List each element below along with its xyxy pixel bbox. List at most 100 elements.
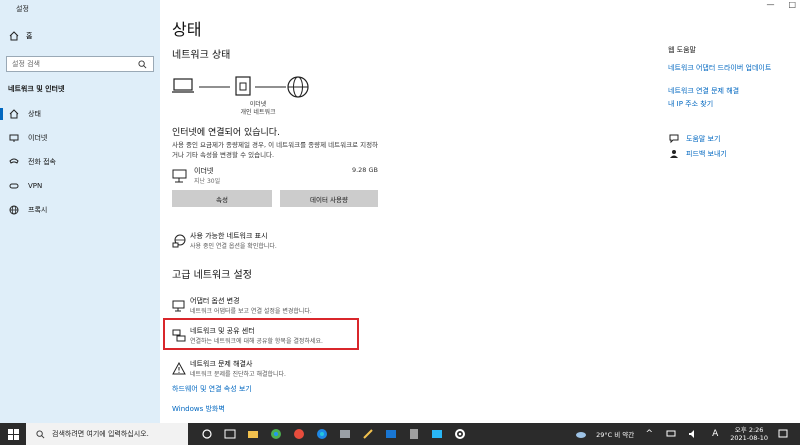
clock-date: 2021-08-10 <box>730 434 768 442</box>
title-bar-left: 설정 <box>0 0 160 18</box>
globe-icon <box>287 76 309 98</box>
feedback-icon <box>668 148 680 160</box>
chevron-up-icon[interactable]: ^ <box>642 427 656 441</box>
taskbar: 검색하려면 여기에 입력하십시오. 29°C 비 약간 ^ A 오후 2:26 … <box>0 423 800 445</box>
weather-icon <box>574 427 588 441</box>
paint-icon[interactable] <box>361 427 375 441</box>
sidebar-item-label: 이더넷 <box>28 134 48 142</box>
chrome-icon[interactable] <box>269 427 283 441</box>
diagram-caption-line: 이더넷 <box>249 101 267 108</box>
diagram-caption: 이더넷 개인 네트워크 <box>238 101 278 117</box>
network-status-title: 네트워크 상태 <box>172 50 231 61</box>
data-usage-button[interactable]: 데이터 사용량 <box>280 190 378 207</box>
windows-icon <box>7 428 19 440</box>
clock-time: 오후 2:26 <box>734 426 764 434</box>
network-troubleshooter[interactable]: 네트워크 문제 해결사 네트워크 문제를 진단하고 해결합니다. <box>172 359 372 383</box>
sidebar-home[interactable]: 홈 <box>0 24 160 48</box>
mail-icon[interactable] <box>338 427 352 441</box>
get-help-label: 도움말 보기 <box>686 135 721 143</box>
calculator-icon[interactable] <box>407 427 421 441</box>
connection-row: 이더넷 지난 30일 9.28 GB <box>172 166 378 188</box>
ime-icon[interactable]: A <box>708 427 722 441</box>
home-icon <box>8 108 20 120</box>
terminal-icon[interactable] <box>384 427 398 441</box>
sidebar-section-title: 네트워크 및 인터넷 <box>8 85 65 93</box>
connection-status-text: 인터넷에 연결되어 있습니다. <box>172 128 280 138</box>
sidebar-item-status[interactable]: 상태 <box>0 102 160 126</box>
help-title: 웹 도움말 <box>668 46 696 54</box>
sidebar-item-label: VPN <box>28 182 43 190</box>
adapter-icon <box>172 298 186 312</box>
troubleshooter-title: 네트워크 문제 해결사 <box>190 360 253 368</box>
chat-help-icon <box>668 133 680 145</box>
page-title: 상태 <box>172 20 202 39</box>
properties-button[interactable]: 속성 <box>172 190 272 207</box>
network-diagram: 이더넷 개인 네트워크 <box>172 75 332 125</box>
settings-search-input[interactable]: 설정 검색 <box>6 56 154 72</box>
advanced-settings-title: 고급 네트워크 설정 <box>172 270 252 281</box>
help-link-troubleshoot[interactable]: 네트워크 연결 문제 해결 <box>668 86 793 96</box>
windows-firewall-link[interactable]: Windows 방화벽 <box>172 404 225 414</box>
taskbar-search-input[interactable]: 검색하려면 여기에 입력하십시오. <box>26 423 188 445</box>
network-tray-icon[interactable] <box>664 427 678 441</box>
computer-icon <box>172 78 194 93</box>
clock[interactable]: 오후 2:26 2021-08-10 <box>730 426 768 442</box>
sidebar-item-vpn[interactable]: VPN <box>0 174 160 198</box>
window-controls: — □ <box>766 0 796 9</box>
start-button[interactable] <box>0 423 26 445</box>
volume-icon[interactable] <box>686 427 700 441</box>
globe-icon <box>8 204 20 216</box>
diagram-caption-line: 개인 네트워크 <box>240 109 276 116</box>
get-help-link[interactable]: 도움말 보기 <box>668 133 720 145</box>
show-available-networks[interactable]: 사용 가능한 네트워크 표시 사용 중인 연결 옵션을 확인합니다. <box>172 231 372 255</box>
minimize-button[interactable]: — <box>766 0 774 9</box>
connection-period: 지난 30일 <box>194 178 221 185</box>
connection-usage: 9.28 GB <box>351 166 378 174</box>
highlight-box <box>163 318 359 350</box>
search-icon[interactable] <box>136 58 148 70</box>
sidebar-item-proxy[interactable]: 프록시 <box>0 198 160 222</box>
hardware-properties-link[interactable]: 하드웨어 및 연결 속성 보기 <box>172 384 252 394</box>
change-adapter-options[interactable]: 어댑터 옵션 변경 네트워크 어댑터를 보고 연결 설정을 변경합니다. <box>172 296 372 320</box>
ethernet-icon <box>8 132 20 144</box>
feedback-link[interactable]: 피드백 보내기 <box>668 148 727 160</box>
sidebar-item-label: 프록시 <box>28 206 48 214</box>
sidebar-item-dialup[interactable]: 전화 접속 <box>0 150 160 174</box>
feedback-label: 피드백 보내기 <box>686 150 727 158</box>
weather-text[interactable]: 29°C 비 약간 <box>596 429 634 439</box>
dialup-icon <box>8 156 20 168</box>
sidebar-home-label: 홈 <box>26 32 33 40</box>
ethernet-computer-icon <box>172 168 188 187</box>
edge-icon[interactable] <box>315 427 329 441</box>
connection-name: 이더넷 <box>194 167 214 175</box>
photos-icon[interactable] <box>292 427 306 441</box>
settings-gear-icon[interactable] <box>453 427 467 441</box>
taskbar-search-placeholder: 검색하려면 여기에 입력하십시오. <box>52 430 149 438</box>
task-view-icon[interactable] <box>200 427 214 441</box>
window-title: 설정 <box>16 5 29 13</box>
help-link-driver[interactable]: 네트워크 어댑터 드라이버 업데이트 <box>668 63 793 73</box>
notification-icon[interactable] <box>776 427 790 441</box>
search-icon <box>34 428 46 440</box>
show-available-title: 사용 가능한 네트워크 표시 <box>190 232 268 240</box>
vpn-icon <box>8 180 20 192</box>
sidebar-item-label: 전화 접속 <box>28 158 56 166</box>
adapter-title: 어댑터 옵션 변경 <box>190 297 240 305</box>
troubleshooter-desc: 네트워크 문제를 진단하고 해결합니다. <box>190 371 286 378</box>
main-content: 상태 네트워크 상태 이더넷 개인 네트워크 인터넷에 연결되어 있습니다. 사… <box>160 0 650 423</box>
system-tray: 29°C 비 약간 ^ A 오후 2:26 2021-08-10 <box>574 423 790 445</box>
maximize-button[interactable]: □ <box>788 0 796 9</box>
sidebar-item-ethernet[interactable]: 이더넷 <box>0 126 160 150</box>
search-placeholder: 설정 검색 <box>12 60 40 68</box>
help-panel: — □ 웹 도움말 네트워크 어댑터 드라이버 업데이트 네트워크 연결 문제 … <box>650 0 800 423</box>
connection-status-desc: 사용 중인 요금제가 종량제일 경우, 이 네트워크를 종량제 네트워크로 지정… <box>172 141 379 159</box>
widgets-icon[interactable] <box>223 427 237 441</box>
sidebar: 설정 홈 설정 검색 네트워크 및 인터넷 상태 이더넷 전화 접속 VPN 프… <box>0 0 160 423</box>
home-icon <box>8 30 20 42</box>
store-icon[interactable] <box>430 427 444 441</box>
show-available-desc: 사용 중인 연결 옵션을 확인합니다. <box>190 243 277 250</box>
network-globe-icon <box>172 233 186 248</box>
help-link-ip[interactable]: 내 IP 주소 찾기 <box>668 99 793 109</box>
warning-icon <box>172 361 186 375</box>
folder-icon[interactable] <box>246 427 260 441</box>
